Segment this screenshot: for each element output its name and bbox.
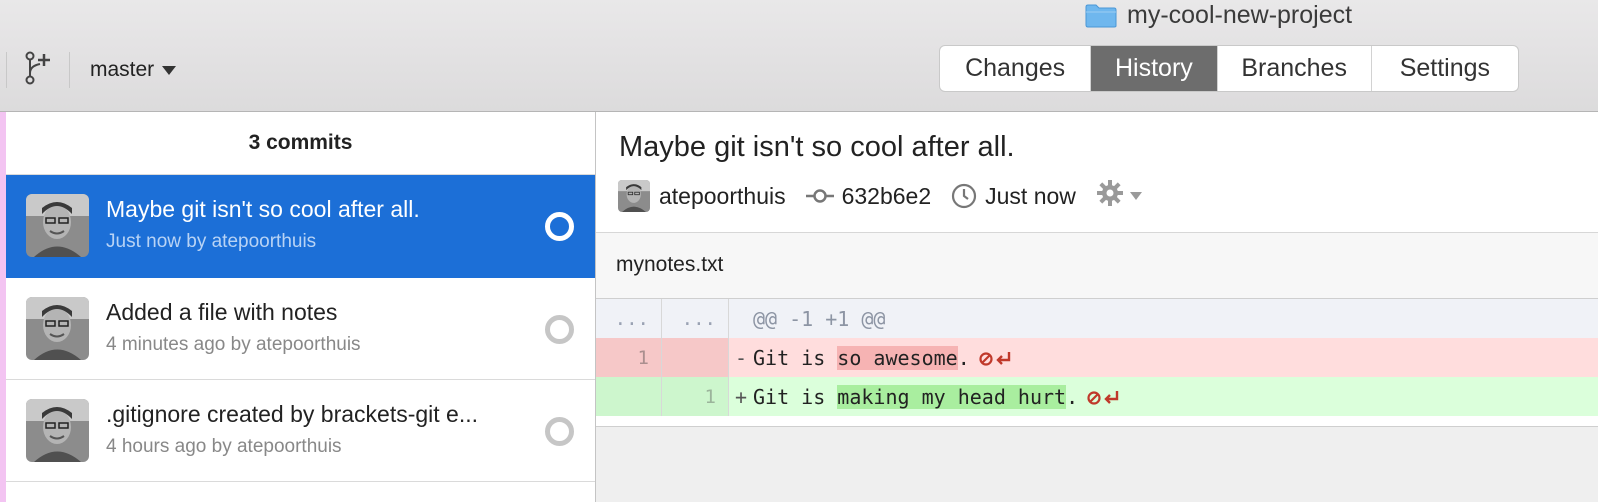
commit-list-item[interactable]: Added a file with notes 4 minutes ago by… <box>6 278 595 380</box>
folder-icon <box>1085 4 1117 28</box>
commit-node-icon <box>545 417 574 446</box>
commit-count: 3 commits <box>6 112 595 175</box>
commit-list-item[interactable]: .gitignore created by brackets-git e... … <box>6 380 595 482</box>
project-title: my-cool-new-project <box>1085 0 1352 30</box>
commit-time: Just now <box>985 182 1076 209</box>
avatar <box>26 399 89 462</box>
commit-meta: Just now by atepoorthuis <box>106 231 317 252</box>
changed-text: making my head hurt <box>837 384 1067 409</box>
branch-selector[interactable]: master <box>90 56 177 84</box>
commit-author: atepoorthuis <box>659 182 786 209</box>
chevron-down-icon <box>162 65 177 75</box>
commit-detail-meta: atepoorthuis 632b6e2 Just now <box>618 179 1142 213</box>
tab-branches[interactable]: Branches <box>1218 46 1372 91</box>
new-line-number: 1 <box>662 377 729 416</box>
avatar <box>26 297 89 360</box>
view-tabs: Changes History Branches Settings <box>940 46 1518 91</box>
file-name: mynotes.txt <box>616 253 724 276</box>
diff-sign: + <box>735 384 748 409</box>
hunk-header: @@ -1 +1 @@ <box>729 299 1598 338</box>
no-newline-icon <box>978 349 1012 367</box>
commit-node-icon <box>545 212 574 241</box>
branch-icon <box>23 51 53 90</box>
no-newline-icon <box>1086 388 1120 406</box>
commit-list-item[interactable]: Maybe git isn't so cool after all. Just … <box>6 175 595 278</box>
commit-title: .gitignore created by brackets-git e... <box>106 401 479 427</box>
chevron-down-icon <box>1129 192 1142 200</box>
project-name: my-cool-new-project <box>1127 0 1353 29</box>
create-branch-button[interactable] <box>6 51 70 90</box>
commit-meta: 4 hours ago by atepoorthuis <box>106 436 342 457</box>
commit-options-button[interactable] <box>1096 179 1142 213</box>
old-line-number: ... <box>596 299 662 338</box>
clock-icon <box>951 183 977 209</box>
gear-icon <box>1096 179 1124 213</box>
new-line-number <box>662 338 729 377</box>
diff-sign: - <box>735 345 748 370</box>
branch-name: master <box>90 58 155 81</box>
tab-history[interactable]: History <box>1091 46 1218 91</box>
diff-code: - Git is so awesome. <box>729 338 1598 377</box>
diff-code: + Git is making my head hurt. <box>729 377 1598 416</box>
commit-sha[interactable]: 632b6e2 <box>842 183 932 210</box>
commit-list-item[interactable] <box>6 482 595 502</box>
tab-changes[interactable]: Changes <box>940 46 1092 91</box>
file-header: mynotes.txt <box>596 233 1598 299</box>
commit-node-icon <box>545 315 574 344</box>
diff-line-removed: 1 - Git is so awesome. <box>596 338 1598 377</box>
new-line-number: ... <box>662 299 729 338</box>
old-line-number <box>596 377 662 416</box>
commit-title: Maybe git isn't so cool after all. <box>106 196 420 222</box>
commit-list-pane: 3 commits Maybe git isn't so cool after … <box>6 112 596 502</box>
commit-meta: 4 minutes ago by atepoorthuis <box>106 334 361 355</box>
old-line-number: 1 <box>596 338 662 377</box>
tab-settings[interactable]: Settings <box>1372 46 1518 91</box>
commit-title: Added a file with notes <box>106 299 338 325</box>
commit-header: Maybe git isn't so cool after all. atepo… <box>596 112 1598 233</box>
avatar <box>26 194 89 257</box>
diff-line-added: 1 + Git is making my head hurt. <box>596 377 1598 416</box>
toolbar: my-cool-new-project master Changes Histo… <box>0 0 1598 112</box>
diff-view: ... ... @@ -1 +1 @@ 1 - Git is so awesome… <box>596 299 1598 427</box>
avatar <box>618 180 650 212</box>
commit-detail-title: Maybe git isn't so cool after all. <box>619 131 1015 163</box>
commit-detail-pane: Maybe git isn't so cool after all. atepo… <box>596 112 1598 502</box>
changed-text: so awesome <box>837 345 958 370</box>
diff-hunk-header: ... ... @@ -1 +1 @@ <box>596 299 1598 338</box>
commit-sha-icon <box>805 188 834 204</box>
